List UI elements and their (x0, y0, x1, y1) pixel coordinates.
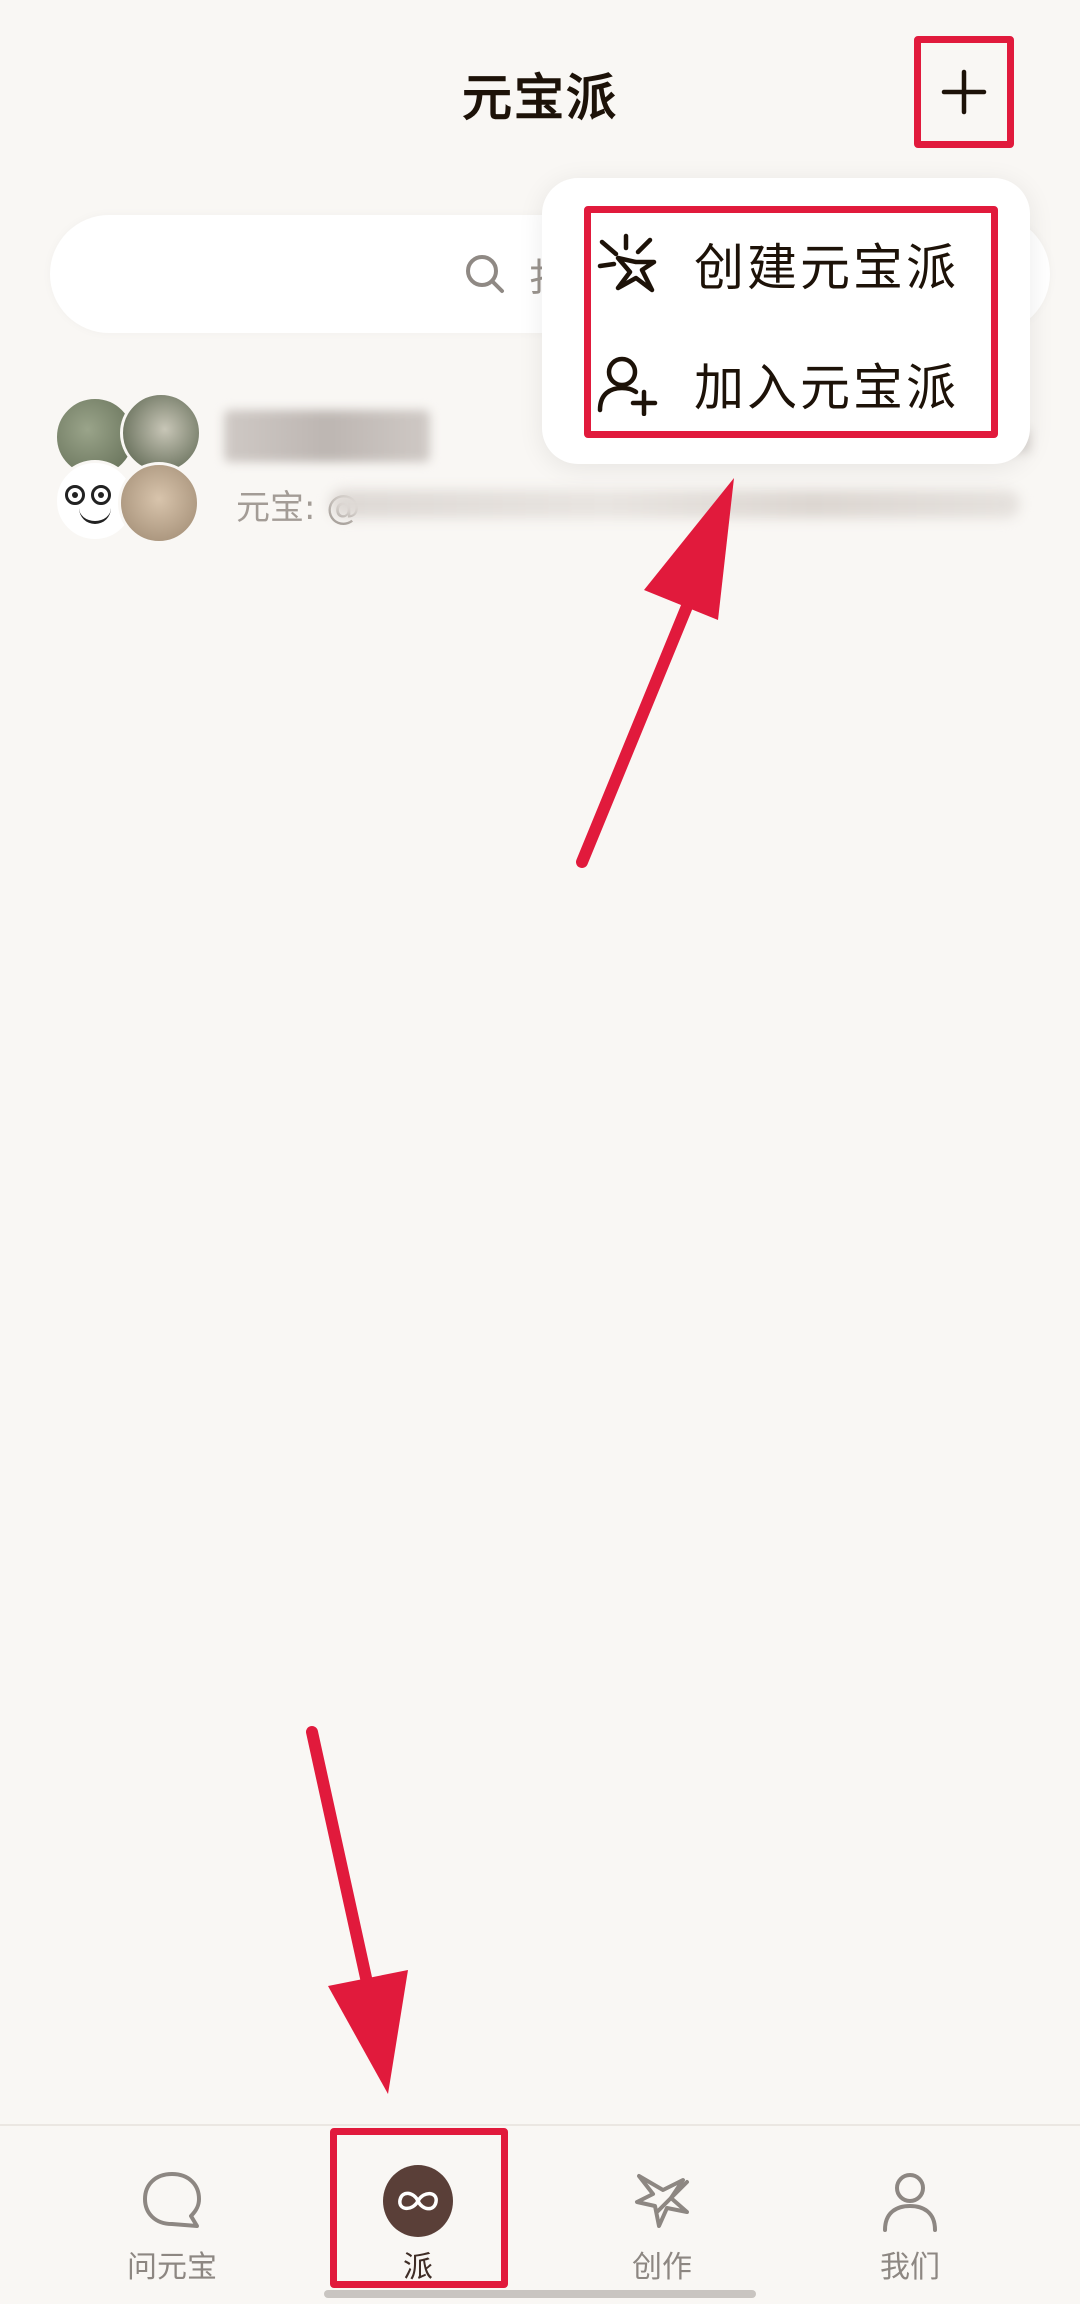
member-avatar (118, 462, 200, 544)
nav-tab-create[interactable]: 创作 (562, 2126, 762, 2304)
group-avatar (54, 392, 202, 544)
annotation-highlight-menu (584, 206, 998, 438)
nav-label: 问元宝 (127, 2250, 217, 2285)
chat-name-redacted (224, 410, 430, 462)
top-bar: 元宝派 (0, 0, 1080, 190)
chat-bubble-icon (137, 2166, 207, 2236)
search-icon (466, 255, 504, 293)
arrow-to-nav (306, 1726, 376, 2002)
nav-label: 创作 (632, 2250, 692, 2285)
nav-label: 我们 (880, 2250, 940, 2285)
person-icon (875, 2166, 945, 2236)
plus-icon (941, 69, 987, 115)
home-indicator[interactable] (324, 2290, 756, 2298)
arrow-to-nav-head (328, 1970, 408, 2094)
add-button[interactable] (914, 36, 1014, 148)
nav-tab-ask-yuanbao[interactable]: 问元宝 (72, 2126, 272, 2304)
nav-tab-us[interactable]: 我们 (810, 2126, 1010, 2304)
annotation-highlight-nav (330, 2128, 508, 2288)
pen-star-icon (627, 2166, 697, 2236)
arrow-to-menu (576, 554, 712, 868)
chat-preview-redacted (330, 490, 1020, 518)
bottom-nav: 问元宝 派 创作 我们 (0, 2124, 1080, 2304)
